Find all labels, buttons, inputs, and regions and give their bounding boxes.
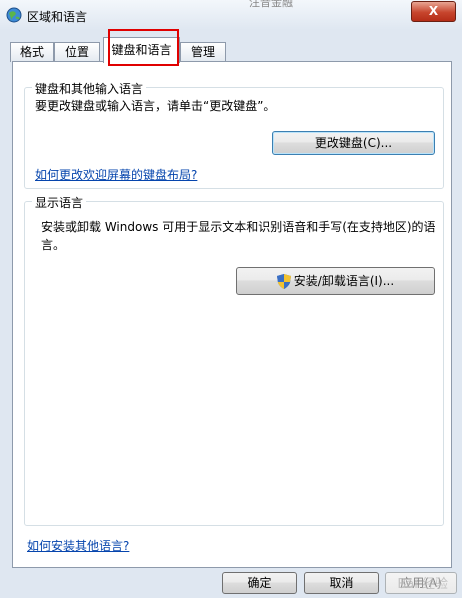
- window-title: 区域和语言: [27, 10, 88, 24]
- close-button[interactable]: X: [411, 1, 456, 22]
- display-language-description: 安装或卸载 Windows 可用于显示文本和识别语音和手写(在支持地区)的语言。: [41, 220, 436, 252]
- display-language-group-title: 显示语言: [32, 194, 87, 211]
- ok-button[interactable]: 确定: [222, 572, 297, 594]
- install-uninstall-languages-button[interactable]: 安装/卸载语言(I)...: [236, 267, 435, 295]
- install-other-languages-link[interactable]: 如何安装其他语言?: [27, 537, 129, 554]
- keyboards-group: 键盘和其他输入语言 要更改键盘或输入语言，请单击“更改键盘”。 更改键盘(C).…: [24, 80, 444, 189]
- tab-format[interactable]: 格式: [10, 42, 54, 62]
- change-keyboards-button[interactable]: 更改键盘(C)...: [272, 131, 435, 155]
- red-highlight-box: [108, 29, 179, 66]
- welcome-screen-keyboard-link[interactable]: 如何更改欢迎屏幕的键盘布局?: [35, 166, 197, 183]
- install-uninstall-languages-label: 安装/卸载语言(I)...: [293, 274, 395, 288]
- uac-shield-icon: [276, 274, 291, 289]
- tab-administrative[interactable]: 管理: [180, 42, 226, 62]
- title-bar: 区域和语言 注音金融 X: [0, 0, 462, 30]
- watermark: Bai 经验: [397, 577, 448, 592]
- tab-location[interactable]: 位置: [54, 42, 100, 62]
- keyboards-description: 要更改键盘或输入语言，请单击“更改键盘”。: [35, 99, 276, 113]
- keyboards-group-title: 键盘和其他输入语言: [32, 80, 147, 97]
- tab-strip: 格式 位置 键盘和语言 管理: [10, 37, 450, 63]
- cancel-button[interactable]: 取消: [304, 572, 379, 594]
- background-window-text: 注音金融: [249, 0, 293, 9]
- globe-icon: [6, 7, 22, 23]
- display-language-group: 显示语言 安装或卸载 Windows 可用于显示文本和识别语音和手写(在支持地区…: [24, 194, 444, 526]
- tab-panel: 键盘和其他输入语言 要更改键盘或输入语言，请单击“更改键盘”。 更改键盘(C).…: [12, 61, 452, 568]
